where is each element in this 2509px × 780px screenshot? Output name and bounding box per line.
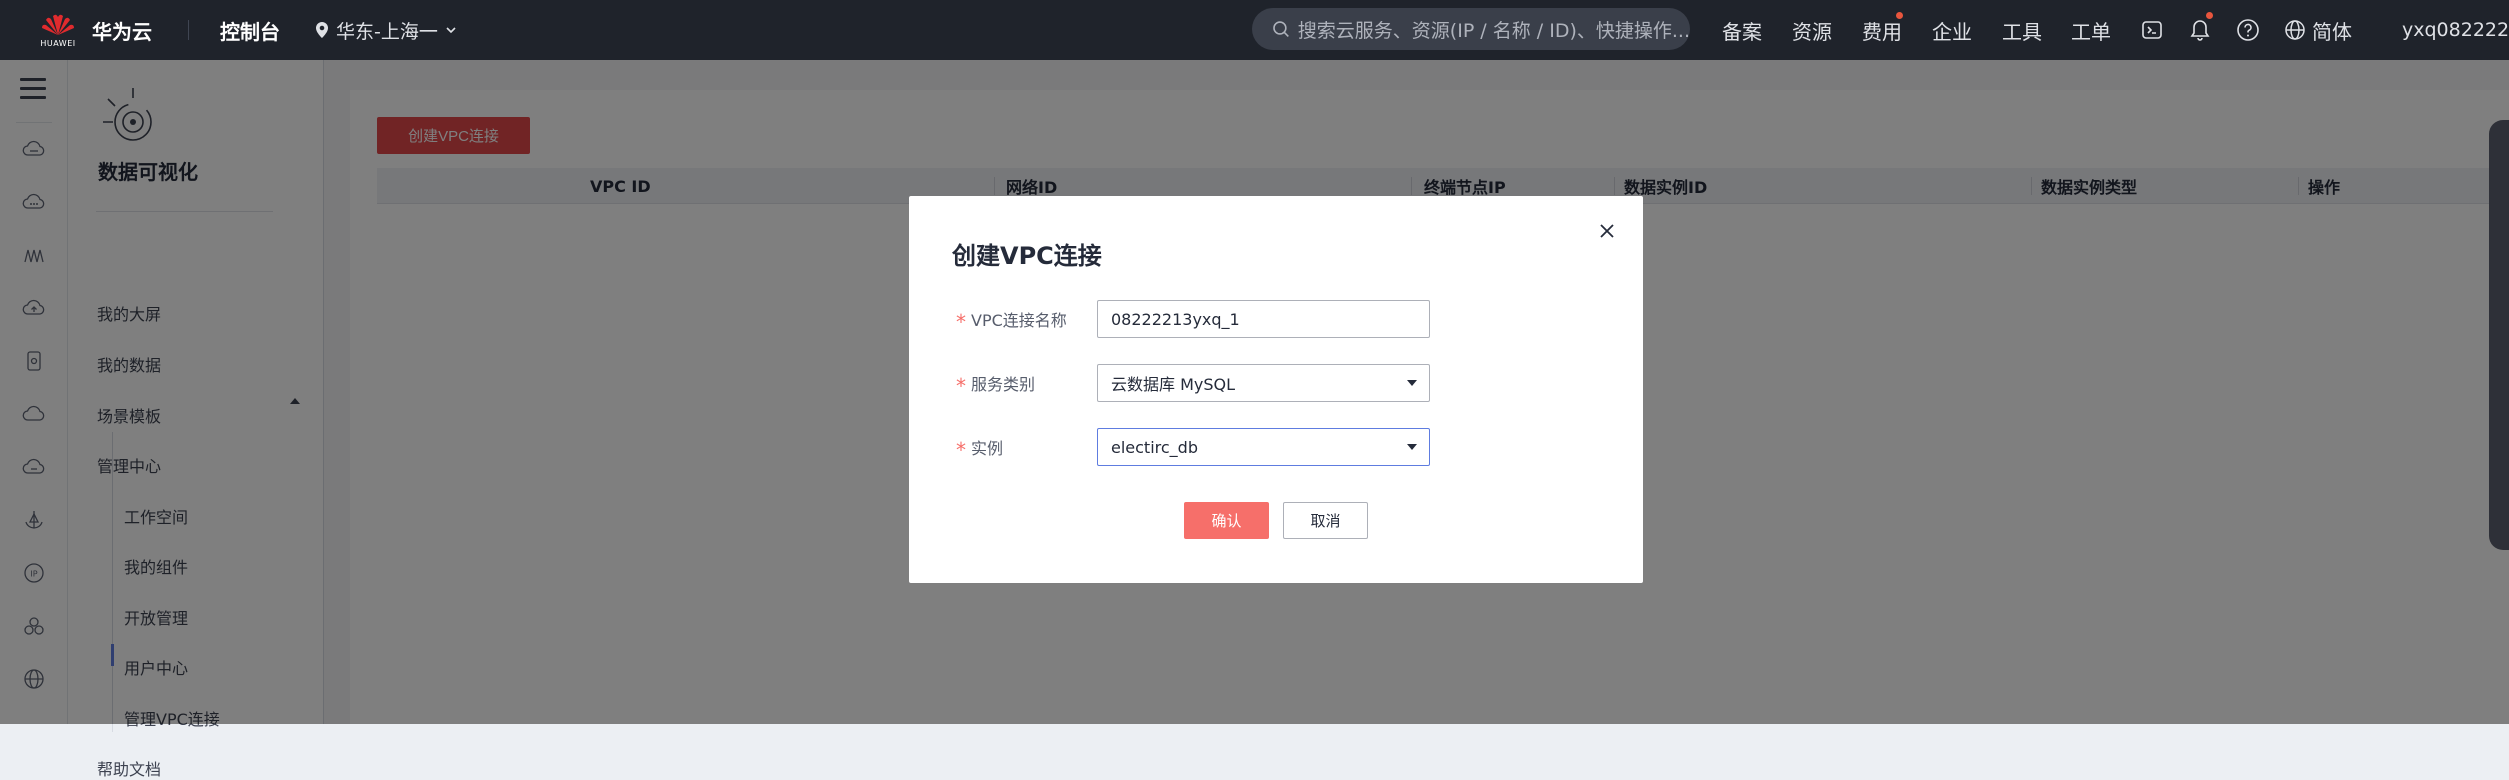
create-vpc-dialog: 创建VPC连接 * VPC连接名称 08222213yxq_1 * 服务类别 云… — [909, 196, 1643, 583]
nav-billing[interactable]: 费用 — [1862, 0, 1903, 60]
chevron-down-icon — [446, 27, 456, 34]
nav-tools[interactable]: 工具 — [2002, 0, 2042, 60]
terminal-icon — [2142, 21, 2162, 39]
dropdown-caret-icon — [1407, 444, 1417, 450]
nav-filing[interactable]: 备案 — [1722, 0, 1762, 60]
search-placeholder: 搜索云服务、资源(IP / 名称 / ID)、快捷操作... — [1297, 19, 1690, 42]
vpc-name-label-text: VPC连接名称 — [971, 311, 1067, 330]
console-link[interactable]: 控制台 — [220, 0, 280, 60]
vpc-name-label: * VPC连接名称 — [956, 300, 1067, 338]
huawei-logo-text: HUAWEI — [40, 38, 76, 48]
language-selector[interactable]: 简体 — [2284, 0, 2352, 60]
nav-resources[interactable]: 资源 — [1792, 0, 1832, 60]
confirm-button[interactable]: 确认 — [1184, 502, 1269, 539]
close-icon[interactable] — [1595, 219, 1619, 243]
vpc-name-input[interactable]: 08222213yxq_1 — [1097, 300, 1430, 338]
required-mark: * — [956, 374, 966, 398]
huawei-flower-icon — [42, 14, 74, 35]
service-type-select[interactable]: 云数据库 MySQL — [1097, 364, 1430, 402]
cancel-button[interactable]: 取消 — [1283, 502, 1368, 539]
nav-help-docs[interactable]: 帮助文档 — [97, 756, 161, 780]
bell-icon — [2190, 20, 2210, 41]
huawei-logo[interactable]: HUAWEI — [30, 0, 86, 60]
globe-icon — [2285, 20, 2305, 40]
nav-billing-label: 费用 — [1862, 19, 1902, 44]
dropdown-caret-icon — [1407, 380, 1417, 386]
service-type-value: 云数据库 MySQL — [1111, 375, 1236, 394]
instance-label-text: 实例 — [971, 439, 1004, 458]
cloud-shell-button[interactable] — [2136, 0, 2168, 60]
region-label: 华东-上海一 — [336, 20, 438, 43]
required-mark: * — [956, 310, 966, 334]
search-icon — [1273, 21, 1289, 37]
instance-row: * 实例 electirc_db — [909, 428, 1643, 466]
notifications-button[interactable] — [2184, 0, 2216, 60]
brand-name[interactable]: 华为云 — [92, 0, 152, 60]
service-type-row: * 服务类别 云数据库 MySQL — [909, 364, 1643, 402]
region-selector[interactable]: 华东-上海一 — [314, 0, 458, 60]
user-account-menu[interactable]: yxq08222213 — [2402, 0, 2509, 60]
required-mark: * — [956, 438, 966, 462]
question-circle-icon — [2237, 19, 2259, 41]
instance-label: * 实例 — [956, 428, 1003, 466]
service-type-label-text: 服务类别 — [971, 375, 1036, 394]
nav-tickets[interactable]: 工单 — [2071, 0, 2111, 60]
top-header: HUAWEI 华为云 控制台 华东-上海一 搜索云服务、资源(IP / 名称 /… — [0, 0, 2509, 60]
vpc-name-row: * VPC连接名称 08222213yxq_1 — [909, 300, 1643, 338]
header-divider — [188, 20, 189, 40]
global-search-input[interactable]: 搜索云服务、资源(IP / 名称 / ID)、快捷操作... — [1252, 8, 1690, 50]
notification-dot — [2206, 12, 2213, 19]
help-button[interactable] — [2232, 0, 2264, 60]
location-pin-icon — [316, 22, 328, 38]
instance-value: electirc_db — [1111, 437, 1198, 457]
notification-dot — [1896, 12, 1903, 19]
nav-enterprise[interactable]: 企业 — [1932, 0, 1972, 60]
service-type-label: * 服务类别 — [956, 364, 1035, 402]
instance-select[interactable]: electirc_db — [1097, 428, 1430, 466]
language-label: 简体 — [2312, 19, 2352, 44]
dialog-title: 创建VPC连接 — [952, 242, 1102, 270]
